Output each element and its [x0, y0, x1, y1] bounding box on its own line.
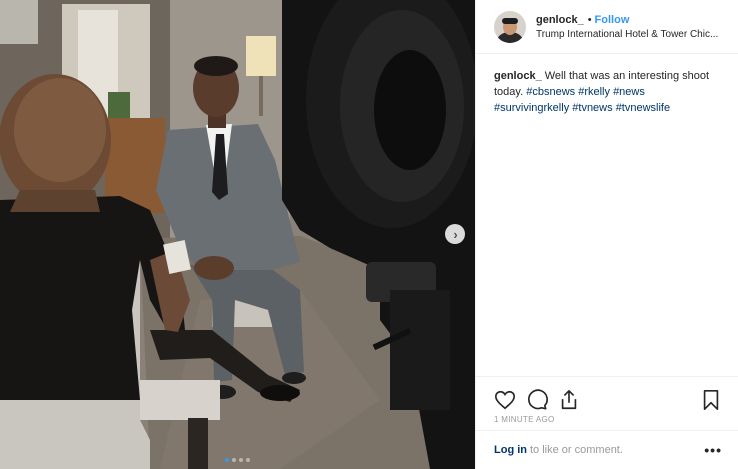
login-prompt-text: to like or comment.	[530, 444, 623, 456]
carousel-dot	[225, 458, 229, 462]
header-line: genlock_ • Follow	[536, 14, 726, 26]
login-link[interactable]: Log in	[494, 444, 527, 456]
post-photo[interactable]: ›	[0, 0, 475, 469]
post-timestamp[interactable]: 1 MINUTE AGO	[494, 415, 555, 424]
hashtag-link[interactable]: #rkelly	[578, 86, 610, 98]
post-caption: genlock_ Well that was an interesting sh…	[476, 54, 738, 116]
more-options-icon[interactable]: •••	[704, 442, 722, 458]
bookmark-icon[interactable]	[700, 389, 722, 411]
username-link[interactable]: genlock_	[536, 14, 584, 26]
hashtag-link[interactable]: #tvnews	[572, 102, 612, 114]
avatar[interactable]	[494, 10, 526, 43]
hashtag-link[interactable]: #survivingrkelly	[494, 102, 569, 114]
share-icon[interactable]	[558, 389, 580, 411]
hashtag-link[interactable]: #cbsnews	[526, 86, 575, 98]
carousel-next-button[interactable]: ›	[445, 224, 465, 244]
header-text: genlock_ • Follow Trump International Ho…	[536, 14, 726, 40]
heart-icon[interactable]	[494, 389, 516, 411]
separator-dot: •	[587, 13, 592, 26]
hashtag-link[interactable]: #tvnewslife	[616, 102, 670, 114]
follow-button[interactable]: Follow	[595, 14, 630, 26]
carousel-dot	[246, 458, 250, 462]
action-bar	[476, 376, 738, 414]
carousel-indicator	[0, 458, 475, 462]
instagram-post: › genlock_ • Follow Trump International …	[0, 0, 738, 469]
post-side-panel: genlock_ • Follow Trump International Ho…	[475, 0, 738, 469]
avatar-image	[494, 10, 526, 43]
chevron-right-icon: ›	[453, 226, 458, 242]
carousel-dot	[232, 458, 236, 462]
interview-scene-image	[0, 0, 475, 469]
carousel-dot	[239, 458, 243, 462]
hashtag-link[interactable]: #news	[613, 86, 645, 98]
location-link[interactable]: Trump International Hotel & Tower Chic..…	[536, 29, 726, 40]
caption-username[interactable]: genlock_	[494, 70, 542, 82]
post-header: genlock_ • Follow Trump International Ho…	[476, 0, 738, 54]
post-footer: Log in to like or comment. •••	[476, 430, 738, 469]
comment-icon[interactable]	[526, 388, 548, 411]
